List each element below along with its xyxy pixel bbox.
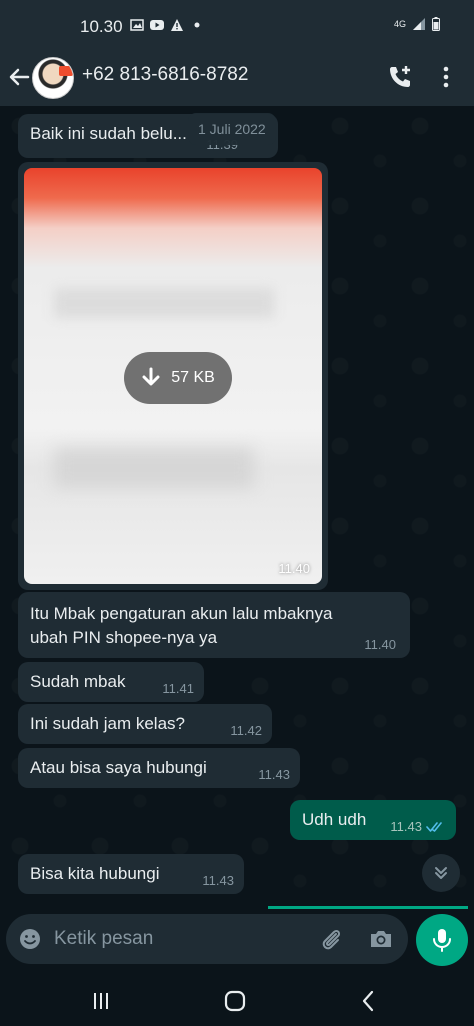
chat-header: +62 813-6816-8782	[0, 50, 474, 106]
emoji-icon[interactable]	[18, 927, 42, 951]
divider-line	[268, 906, 468, 909]
download-size: 57 KB	[171, 369, 215, 386]
status-bar: 10.30 4G	[0, 0, 474, 50]
message-text: Baik ini sudah belu...	[30, 124, 187, 143]
date-chip: 1 Juli 2022	[188, 113, 276, 145]
message-text: Udh udh	[302, 810, 367, 829]
attach-icon[interactable]	[318, 926, 344, 952]
double-chevron-down-icon	[435, 867, 447, 879]
image-message[interactable]: 57 KB 11.40	[18, 162, 328, 590]
message-time: 11.41	[162, 681, 194, 696]
camera-icon[interactable]	[368, 926, 394, 952]
message-bubble[interactable]: Sudah mbak 11.41	[18, 662, 204, 702]
voice-record-button[interactable]	[416, 914, 468, 966]
recent-apps-icon[interactable]	[88, 988, 114, 1014]
notification-icons	[130, 18, 204, 32]
message-bubble[interactable]: Atau bisa saya hubungi 11.43	[18, 748, 300, 788]
status-time: 10.30	[80, 17, 123, 36]
outgoing-message-bubble[interactable]: Udh udh 11.43	[290, 800, 456, 840]
home-icon[interactable]	[222, 988, 248, 1014]
message-time: 11.43	[258, 767, 290, 782]
system-icons: 4G	[394, 17, 440, 31]
message-time: 11.40	[278, 561, 310, 576]
message-time: 11.40	[364, 637, 396, 652]
message-bubble[interactable]: Ini sudah jam kelas? 11.42	[18, 704, 272, 744]
message-bubble[interactable]: Bisa kita hubungi 11.43	[18, 854, 244, 894]
contact-name[interactable]: +62 813-6816-8782	[82, 64, 248, 86]
message-text: Ini sudah jam kelas?	[30, 714, 185, 733]
back-arrow-icon[interactable]	[6, 64, 32, 90]
gallery-icon	[130, 19, 144, 31]
more-options-icon[interactable]	[434, 63, 458, 91]
system-navigation-bar	[0, 976, 474, 1026]
youtube-icon	[150, 20, 164, 30]
message-time: 11.43	[390, 819, 422, 834]
message-time: 11.43	[202, 873, 234, 888]
message-text: Atau bisa saya hubungi	[30, 758, 207, 777]
message-text: Sudah mbak	[30, 672, 126, 691]
dot-icon	[194, 22, 200, 28]
network-type-label: 4G	[393, 18, 406, 29]
message-text: Itu Mbak pengaturan akun lalu mbaknya ub…	[30, 604, 333, 647]
image-blur-content	[54, 448, 254, 488]
message-input[interactable]	[54, 924, 304, 954]
message-composer	[6, 914, 408, 964]
microphone-icon	[433, 929, 451, 952]
image-thumbnail[interactable]: 57 KB 11.40	[24, 168, 322, 584]
download-button[interactable]: 57 KB	[124, 352, 232, 404]
shopee-badge-icon	[59, 66, 73, 76]
add-call-icon[interactable]	[386, 63, 414, 91]
download-arrow-icon	[142, 367, 160, 386]
read-ticks-icon	[426, 822, 442, 832]
image-blur-content	[54, 288, 274, 318]
nav-back-icon[interactable]	[356, 988, 382, 1014]
warning-icon	[171, 19, 183, 31]
message-list[interactable]: Baik ini sudah belu... 11.39 1 Juli 2022…	[0, 106, 474, 914]
message-text: Bisa kita hubungi	[30, 864, 160, 883]
signal-icon	[413, 18, 425, 30]
message-time: 11.42	[230, 723, 262, 738]
battery-icon	[432, 17, 440, 31]
message-bubble[interactable]: Itu Mbak pengaturan akun lalu mbaknya ub…	[18, 592, 410, 658]
scroll-to-bottom-button[interactable]	[422, 854, 460, 892]
contact-avatar[interactable]	[32, 57, 74, 99]
